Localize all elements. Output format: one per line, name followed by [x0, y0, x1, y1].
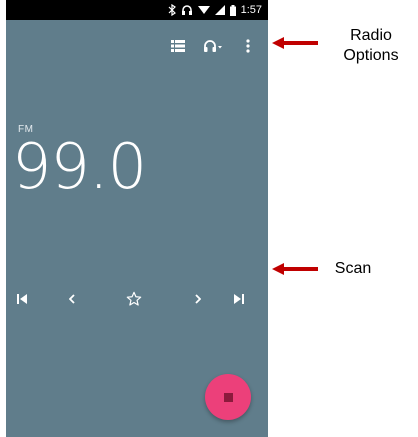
scan-controls: [6, 285, 268, 313]
status-bar: 1:57: [6, 0, 268, 20]
stop-button[interactable]: [205, 374, 251, 420]
favorite-star-icon[interactable]: [120, 285, 148, 313]
seek-back-icon[interactable]: [58, 285, 86, 313]
headset-output-icon[interactable]: [202, 37, 224, 55]
skip-next-icon[interactable]: [225, 285, 253, 313]
headset-icon: [181, 4, 193, 16]
battery-icon: [229, 4, 236, 16]
fm-radio-screen: 1:57 FM 99.0: [6, 0, 268, 437]
radio-options-label-line2: Options: [343, 47, 399, 64]
radio-options-label-line1: Radio: [350, 27, 392, 44]
radio-options-annotation: Radio Options: [326, 26, 416, 66]
frequency-display: 99.0: [12, 130, 147, 203]
wifi-icon: [197, 5, 210, 15]
overflow-menu-icon[interactable]: [242, 36, 254, 56]
station-list-icon[interactable]: [169, 38, 187, 54]
signal-icon: [214, 5, 225, 15]
scan-annotation: Scan: [334, 260, 372, 277]
bluetooth-icon: [168, 4, 176, 16]
scan-arrow: [272, 263, 318, 275]
skip-previous-icon[interactable]: [8, 285, 36, 313]
radio-options-arrow: [272, 37, 318, 49]
status-time: 1:57: [240, 4, 262, 16]
stop-icon: [223, 392, 233, 402]
seek-forward-icon[interactable]: [184, 285, 212, 313]
